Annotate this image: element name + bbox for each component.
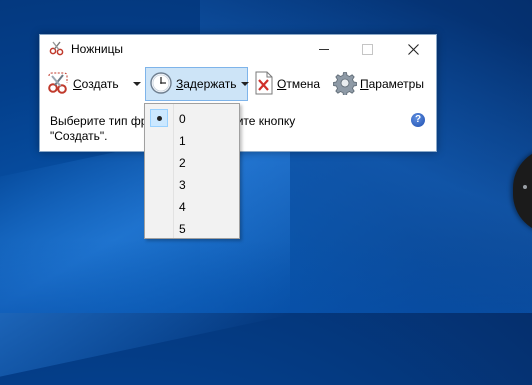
gear-icon	[333, 71, 357, 98]
delay-option-0[interactable]: 0	[146, 107, 238, 129]
scissors-icon	[46, 71, 70, 98]
options-label: Параметры	[360, 77, 424, 91]
help-icon[interactable]: ?	[411, 113, 425, 127]
clock-icon	[149, 71, 173, 98]
delay-option-2[interactable]: 2	[146, 151, 238, 173]
cancel-label: Отмена	[277, 77, 321, 91]
new-snip-label: Создать	[73, 77, 119, 91]
cancel-x-icon	[254, 71, 274, 98]
window-title: Ножницы	[71, 42, 124, 56]
minimize-button[interactable]	[301, 35, 347, 64]
scissors-icon	[49, 40, 65, 56]
title-bar[interactable]: Ножницы	[40, 35, 436, 64]
delay-option-4[interactable]: 4	[146, 195, 238, 217]
delay-dropdown-menu: 0 1 2 3 4 5	[144, 103, 240, 239]
minimize-icon	[319, 49, 329, 50]
desktop-edge-widget	[513, 148, 532, 234]
new-snip-dropdown-arrow[interactable]	[132, 82, 141, 86]
desktop-edge-dot	[523, 185, 527, 189]
close-button[interactable]	[390, 35, 436, 64]
radio-dot-icon	[157, 116, 162, 121]
delay-button[interactable]: Задержать	[145, 67, 250, 101]
delay-option-3[interactable]: 3	[146, 173, 238, 195]
delay-dropdown-arrow[interactable]	[241, 82, 250, 86]
options-button[interactable]: Параметры	[333, 67, 433, 101]
delay-option-1[interactable]: 1	[146, 129, 238, 151]
delay-label: Задержать	[176, 77, 237, 91]
new-snip-button[interactable]: Создать	[46, 67, 141, 101]
cancel-button[interactable]: Отмена	[254, 67, 326, 101]
maximize-icon	[361, 44, 373, 55]
desktop-light-beam	[0, 240, 532, 313]
toolbar: Создать Задержать Отмена Параметры	[40, 64, 436, 106]
delay-option-5[interactable]: 5	[146, 217, 238, 239]
close-icon	[407, 44, 419, 55]
maximize-button[interactable]	[344, 35, 390, 64]
